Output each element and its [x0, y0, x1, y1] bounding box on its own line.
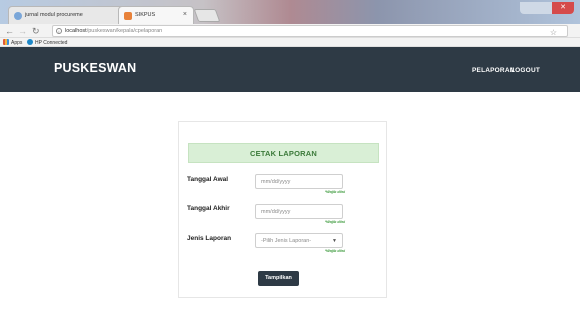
- reload-icon[interactable]: ↻: [32, 25, 40, 37]
- browser-titlebar: jurnal modul procureme × SIKPUS × ✕: [0, 0, 580, 24]
- tab-sikpus[interactable]: SIKPUS ×: [118, 6, 194, 24]
- start-date-placeholder: mm/dd/yyyy: [261, 179, 291, 185]
- report-type-selected: -Pilih Jenis Laporan-: [261, 238, 312, 244]
- end-date-hint: *Wajib diisi: [324, 220, 345, 224]
- start-date-input[interactable]: mm/dd/yyyy: [255, 174, 343, 189]
- bookmark-label: HP Connected: [35, 40, 68, 46]
- end-date-placeholder: mm/dd/yyyy: [261, 209, 291, 215]
- report-type-label: Jenis Laporan: [187, 235, 232, 242]
- nav-logout[interactable]: LOGOUT: [511, 67, 540, 74]
- hp-logo-icon: [27, 39, 33, 45]
- globe-icon: [14, 12, 22, 20]
- report-type-hint: *Wajib diisi: [324, 249, 345, 253]
- site-navbar: PUSKESWAN PELAPORAN LOGOUT: [0, 47, 580, 92]
- tab-jurnal[interactable]: jurnal modul procureme ×: [8, 6, 130, 24]
- address-bar: ← → ↻ i localhost/puskeswan/kepala/cpela…: [0, 24, 580, 38]
- nav-pelaporan[interactable]: PELAPORAN: [472, 67, 515, 74]
- favicon-icon: [124, 12, 132, 20]
- report-form-card: CETAK LAPORAN Tanggal Awal mm/dd/yyyy *W…: [178, 121, 387, 298]
- url-host: localhost: [65, 28, 87, 34]
- start-date-hint: *Wajib diisi: [324, 190, 345, 194]
- end-date-label: Tanggal Akhir: [187, 205, 230, 212]
- url-input[interactable]: i localhost/puskeswan/kepala/cpelaporan …: [52, 25, 568, 37]
- start-date-label: Tanggal Awal: [187, 176, 229, 183]
- chevron-down-icon: ▼: [332, 238, 337, 244]
- back-icon[interactable]: ←: [5, 25, 14, 37]
- window-close-button[interactable]: ✕: [552, 2, 574, 14]
- info-icon[interactable]: i: [56, 28, 62, 34]
- report-type-select[interactable]: -Pilih Jenis Laporan- ▼: [255, 233, 343, 248]
- apps-grid-icon: [3, 39, 9, 45]
- bookmark-hp-connected[interactable]: HP Connected: [27, 39, 67, 47]
- tab-title: jurnal modul procureme: [25, 12, 83, 18]
- bookmark-star-icon[interactable]: ☆: [550, 28, 557, 37]
- new-tab-button[interactable]: [193, 9, 221, 22]
- submit-button[interactable]: Tampilkan: [258, 271, 299, 286]
- form-title: CETAK LAPORAN: [188, 143, 379, 163]
- url-path: /puskeswan/kepala/cpelaporan: [86, 28, 163, 34]
- tab-title: SIKPUS: [135, 12, 156, 18]
- close-tab-icon[interactable]: ×: [183, 11, 187, 18]
- window-controls: ✕: [520, 2, 574, 14]
- end-date-input[interactable]: mm/dd/yyyy: [255, 204, 343, 219]
- bookmarks-bar: Apps HP Connected: [0, 38, 580, 47]
- bookmark-label: Apps: [11, 40, 23, 46]
- bookmark-apps[interactable]: Apps: [3, 39, 22, 47]
- brand-logo[interactable]: PUSKESWAN: [54, 61, 136, 75]
- forward-icon[interactable]: →: [18, 25, 27, 37]
